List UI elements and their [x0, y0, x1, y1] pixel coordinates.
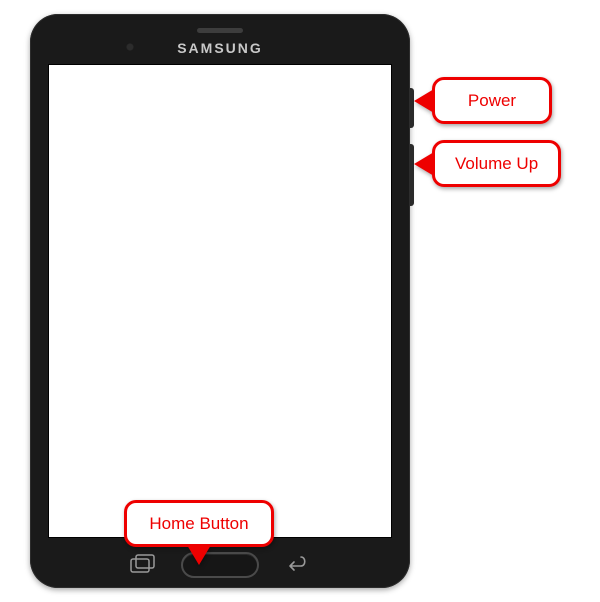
- callout-volume-label: Volume Up: [432, 140, 561, 187]
- brand-logo: SAMSUNG: [30, 40, 410, 56]
- callout-power: Power: [414, 77, 552, 124]
- arrow-down-icon: [187, 545, 211, 565]
- speaker-grille: [197, 28, 243, 33]
- arrow-left-icon: [414, 89, 434, 113]
- callout-home-label: Home Button: [124, 500, 274, 547]
- callout-volume-up: Volume Up: [414, 140, 561, 187]
- arrow-left-icon: [414, 152, 434, 176]
- callout-power-label: Power: [432, 77, 552, 124]
- back-icon[interactable]: [284, 554, 310, 574]
- callout-home-button: Home Button: [124, 500, 274, 565]
- tablet-screen: [48, 64, 392, 538]
